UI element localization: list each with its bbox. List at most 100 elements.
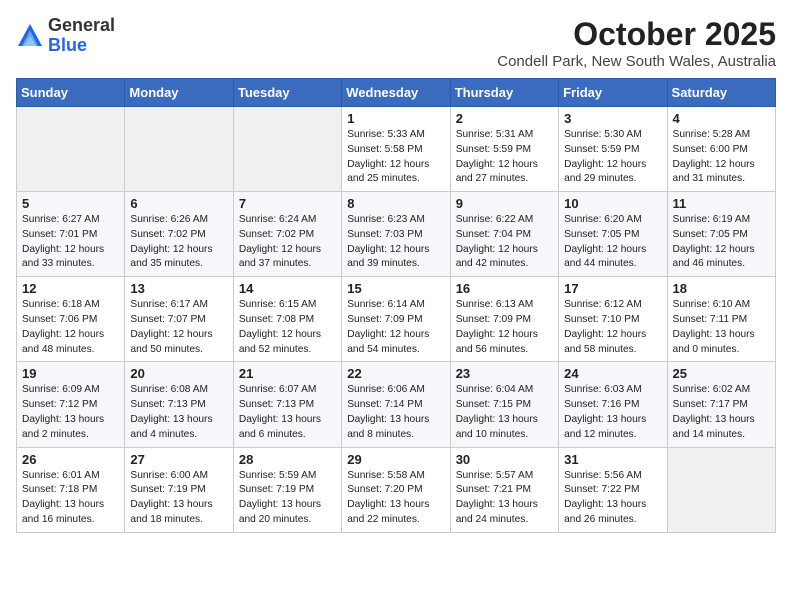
title-area: October 2025 Condell Park, New South Wal… <box>497 16 776 70</box>
day-number: 12 <box>22 281 119 296</box>
day-number: 27 <box>130 452 227 467</box>
calendar-cell <box>17 107 125 192</box>
day-number: 9 <box>456 196 553 211</box>
day-number: 26 <box>22 452 119 467</box>
day-number: 18 <box>673 281 770 296</box>
calendar-week-4: 19Sunrise: 6:09 AM Sunset: 7:12 PM Dayli… <box>17 362 776 447</box>
day-number: 16 <box>456 281 553 296</box>
cell-content: Sunrise: 6:08 AM Sunset: 7:13 PM Dayligh… <box>130 383 227 442</box>
calendar-cell: 27 Sunrise: 6:00 AM Sunset: 7:19 PM Dayli… <box>125 447 233 532</box>
cell-content: Sunrise: 6:03 AM Sunset: 7:16 PM Dayligh… <box>564 383 661 442</box>
cell-content: Sunrise: 6:02 AM Sunset: 7:17 PM Dayligh… <box>673 383 770 442</box>
cell-content: Sunrise: 6:04 AM Sunset: 7:15 PM Dayligh… <box>456 383 553 442</box>
weekday-header-sunday: Sunday <box>17 79 125 107</box>
day-number: 21 <box>239 366 336 381</box>
calendar-cell: 2Sunrise: 5:31 AM Sunset: 5:59 PM Daylig… <box>450 107 558 192</box>
day-number: 5 <box>22 196 119 211</box>
calendar-week-3: 12 Sunrise: 6:18 AM Sunset: 7:06 PM Dayli… <box>17 277 776 362</box>
cell-content: Sunrise: 6:07 AM Sunset: 7:13 PM Dayligh… <box>239 383 336 442</box>
cell-content: Sunrise: 5:58 AM Sunset: 7:20 PM Dayligh… <box>347 469 444 528</box>
calendar-cell: 8Sunrise: 6:23 AM Sunset: 7:03 PM Daylig… <box>342 192 450 277</box>
day-number: 31 <box>564 452 661 467</box>
cell-content: Sunrise: 6:06 AM Sunset: 7:14 PM Dayligh… <box>347 383 444 442</box>
cell-content: Sunrise: 6:26 AM Sunset: 7:02 PM Dayligh… <box>130 213 227 272</box>
cell-content: Sunrise: 5:56 AM Sunset: 7:22 PM Dayligh… <box>564 469 661 528</box>
cell-content: Sunrise: 5:30 AM Sunset: 5:59 PM Dayligh… <box>564 128 661 187</box>
cell-content: Sunrise: 6:10 AM Sunset: 7:11 PM Dayligh… <box>673 298 770 357</box>
calendar-cell: 26 Sunrise: 6:01 AM Sunset: 7:18 PM Dayli… <box>17 447 125 532</box>
calendar-cell: 17 Sunrise: 6:12 AM Sunset: 7:10 PM Dayli… <box>559 277 667 362</box>
calendar-cell <box>125 107 233 192</box>
logo-general-text: General <box>48 15 115 35</box>
calendar-cell: 12 Sunrise: 6:18 AM Sunset: 7:06 PM Dayli… <box>17 277 125 362</box>
calendar-cell: 5 Sunrise: 6:27 AM Sunset: 7:01 PM Daylig… <box>17 192 125 277</box>
calendar-cell <box>667 447 775 532</box>
cell-content: Sunrise: 6:12 AM Sunset: 7:10 PM Dayligh… <box>564 298 661 357</box>
day-number: 17 <box>564 281 661 296</box>
day-number: 25 <box>673 366 770 381</box>
logo: General Blue <box>16 16 115 56</box>
calendar-cell: 1 Sunrise: 5:33 AM Sunset: 5:58 PM Daylig… <box>342 107 450 192</box>
day-number: 7 <box>239 196 336 211</box>
cell-content: Sunrise: 6:27 AM Sunset: 7:01 PM Dayligh… <box>22 213 119 272</box>
calendar-cell: 16 Sunrise: 6:13 AM Sunset: 7:09 PM Dayli… <box>450 277 558 362</box>
calendar-cell: 23 Sunrise: 6:04 AM Sunset: 7:15 PM Dayli… <box>450 362 558 447</box>
header: General Blue October 2025 Condell Park, … <box>16 16 776 70</box>
cell-content: Sunrise: 5:31 AM Sunset: 5:59 PM Dayligh… <box>456 128 553 187</box>
cell-content: Sunrise: 6:17 AM Sunset: 7:07 PM Dayligh… <box>130 298 227 357</box>
cell-content: Sunrise: 6:13 AM Sunset: 7:09 PM Dayligh… <box>456 298 553 357</box>
day-number: 29 <box>347 452 444 467</box>
calendar-cell <box>233 107 341 192</box>
calendar-cell: 30 Sunrise: 5:57 AM Sunset: 7:21 PM Dayli… <box>450 447 558 532</box>
calendar-cell: 10 Sunrise: 6:20 AM Sunset: 7:05 PM Dayli… <box>559 192 667 277</box>
calendar-cell: 11Sunrise: 6:19 AM Sunset: 7:05 PM Dayli… <box>667 192 775 277</box>
day-number: 23 <box>456 366 553 381</box>
day-number: 4 <box>673 111 770 126</box>
calendar-cell: 13 Sunrise: 6:17 AM Sunset: 7:07 PM Dayli… <box>125 277 233 362</box>
cell-content: Sunrise: 6:14 AM Sunset: 7:09 PM Dayligh… <box>347 298 444 357</box>
logo-blue-text: Blue <box>48 35 87 55</box>
calendar-cell: 28Sunrise: 5:59 AM Sunset: 7:19 PM Dayli… <box>233 447 341 532</box>
location-title: Condell Park, New South Wales, Australia <box>497 53 776 70</box>
calendar-cell: 22 Sunrise: 6:06 AM Sunset: 7:14 PM Dayli… <box>342 362 450 447</box>
calendar-cell: 25 Sunrise: 6:02 AM Sunset: 7:17 PM Dayli… <box>667 362 775 447</box>
day-number: 14 <box>239 281 336 296</box>
cell-content: Sunrise: 6:20 AM Sunset: 7:05 PM Dayligh… <box>564 213 661 272</box>
calendar-cell: 24 Sunrise: 6:03 AM Sunset: 7:16 PM Dayli… <box>559 362 667 447</box>
day-number: 15 <box>347 281 444 296</box>
cell-content: Sunrise: 6:01 AM Sunset: 7:18 PM Dayligh… <box>22 469 119 528</box>
day-number: 22 <box>347 366 444 381</box>
weekday-header-monday: Monday <box>125 79 233 107</box>
calendar-cell: 3 Sunrise: 5:30 AM Sunset: 5:59 PM Daylig… <box>559 107 667 192</box>
cell-content: Sunrise: 5:57 AM Sunset: 7:21 PM Dayligh… <box>456 469 553 528</box>
cell-content: Sunrise: 6:18 AM Sunset: 7:06 PM Dayligh… <box>22 298 119 357</box>
calendar-cell: 14 Sunrise: 6:15 AM Sunset: 7:08 PM Dayli… <box>233 277 341 362</box>
cell-content: Sunrise: 6:00 AM Sunset: 7:19 PM Dayligh… <box>130 469 227 528</box>
calendar-cell: 7 Sunrise: 6:24 AM Sunset: 7:02 PM Daylig… <box>233 192 341 277</box>
day-number: 3 <box>564 111 661 126</box>
weekday-header-row: SundayMondayTuesdayWednesdayThursdayFrid… <box>17 79 776 107</box>
calendar-cell: 4Sunrise: 5:28 AM Sunset: 6:00 PM Daylig… <box>667 107 775 192</box>
calendar-cell: 20 Sunrise: 6:08 AM Sunset: 7:13 PM Dayli… <box>125 362 233 447</box>
cell-content: Sunrise: 5:33 AM Sunset: 5:58 PM Dayligh… <box>347 128 444 187</box>
cell-content: Sunrise: 6:15 AM Sunset: 7:08 PM Dayligh… <box>239 298 336 357</box>
calendar: SundayMondayTuesdayWednesdayThursdayFrid… <box>16 78 776 533</box>
cell-content: Sunrise: 6:09 AM Sunset: 7:12 PM Dayligh… <box>22 383 119 442</box>
day-number: 1 <box>347 111 444 126</box>
weekday-header-tuesday: Tuesday <box>233 79 341 107</box>
logo-icon <box>16 22 44 50</box>
cell-content: Sunrise: 5:59 AM Sunset: 7:19 PM Dayligh… <box>239 469 336 528</box>
day-number: 13 <box>130 281 227 296</box>
cell-content: Sunrise: 6:23 AM Sunset: 7:03 PM Dayligh… <box>347 213 444 272</box>
weekday-header-thursday: Thursday <box>450 79 558 107</box>
day-number: 10 <box>564 196 661 211</box>
calendar-cell: 19Sunrise: 6:09 AM Sunset: 7:12 PM Dayli… <box>17 362 125 447</box>
month-title: October 2025 <box>497 16 776 53</box>
calendar-cell: 29 Sunrise: 5:58 AM Sunset: 7:20 PM Dayli… <box>342 447 450 532</box>
day-number: 20 <box>130 366 227 381</box>
day-number: 24 <box>564 366 661 381</box>
calendar-cell: 15 Sunrise: 6:14 AM Sunset: 7:09 PM Dayli… <box>342 277 450 362</box>
cell-content: Sunrise: 6:24 AM Sunset: 7:02 PM Dayligh… <box>239 213 336 272</box>
calendar-week-5: 26 Sunrise: 6:01 AM Sunset: 7:18 PM Dayli… <box>17 447 776 532</box>
day-number: 30 <box>456 452 553 467</box>
